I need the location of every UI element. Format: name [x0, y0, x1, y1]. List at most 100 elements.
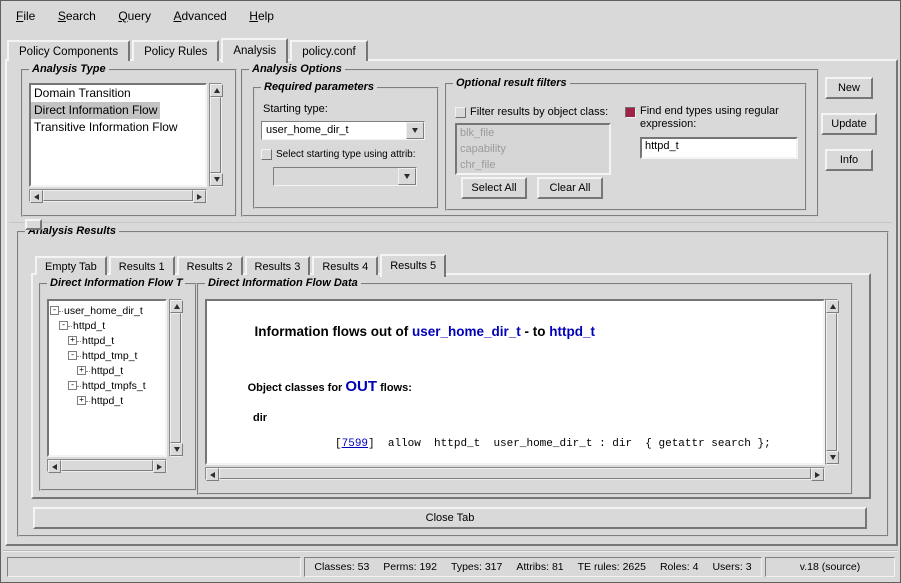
status-types: Types: 317 — [451, 561, 502, 573]
tree-node-label[interactable]: httpd_t — [86, 395, 123, 407]
close-tab-button[interactable]: Close Tab — [33, 507, 867, 529]
starting-type-value: user_home_dir_t — [262, 122, 406, 139]
pane-sash-handle[interactable] — [25, 219, 42, 230]
analysis-type-listbox: Domain Transition Direct Information Flo… — [29, 83, 207, 187]
app-window: File Search Query Advanced Help Policy C… — [0, 0, 901, 583]
scroll-thumb[interactable] — [61, 460, 153, 471]
scroll-down-icon[interactable] — [826, 451, 839, 464]
scroll-thumb[interactable] — [43, 190, 193, 201]
object-class-listbox-disabled: blk_file capability chr_file — [455, 123, 611, 175]
tree-expand-icon[interactable]: + — [77, 366, 86, 375]
tab-results-3[interactable]: Results 3 — [245, 256, 311, 275]
flow-data-textarea[interactable]: Information flows out of user_home_dir_t… — [205, 299, 825, 465]
required-parameters-group: Required parameters Starting type: user_… — [253, 87, 439, 209]
menu-help[interactable]: Help — [240, 4, 283, 29]
scroll-left-icon[interactable] — [48, 460, 61, 473]
object-class-name: dir — [253, 412, 813, 424]
tab-policy-components[interactable]: Policy Components — [7, 40, 130, 61]
filter-object-class-checkbox[interactable] — [455, 107, 466, 118]
flow-data-hscrollbar[interactable] — [205, 467, 825, 480]
status-users: Users: 3 — [712, 561, 751, 573]
object-class-item: blk_file — [457, 125, 497, 141]
tree-node-label[interactable]: user_home_dir_t — [59, 305, 143, 317]
flow-data-vscrollbar[interactable] — [825, 299, 838, 465]
tree-node-label[interactable]: httpd_tmp_t — [77, 350, 137, 362]
flow-heading-prefix: Information flows out of — [255, 324, 412, 339]
scroll-left-icon[interactable] — [206, 468, 219, 481]
status-version-label: v.18 (source) — [800, 561, 861, 573]
starting-type-combobox[interactable]: user_home_dir_t — [261, 121, 425, 140]
tree-expand-icon[interactable]: + — [77, 396, 86, 405]
scroll-left-icon[interactable] — [30, 190, 43, 203]
tree-node-label[interactable]: httpd_t — [77, 335, 114, 347]
tree-collapse-icon[interactable]: - — [59, 321, 68, 330]
list-item-domain-transition[interactable]: Domain Transition — [31, 85, 134, 102]
optional-result-filters-group: Optional result filters Filter results b… — [445, 83, 807, 211]
regex-input[interactable]: httpd_t — [640, 137, 798, 159]
tab-empty-tab[interactable]: Empty Tab — [35, 256, 107, 275]
tree-row: + httpd_t — [50, 393, 164, 408]
analysis-type-hscrollbar[interactable] — [29, 189, 207, 202]
status-version: v.18 (source) — [765, 557, 895, 577]
tree-node-label[interactable]: httpd_tmpfs_t — [77, 380, 146, 392]
rule-line: [7599] allow httpd_t user_home_dir_t : d… — [269, 426, 813, 462]
tree-collapse-icon[interactable]: - — [68, 351, 77, 360]
analysis-type-vscrollbar[interactable] — [209, 83, 222, 187]
menu-file[interactable]: File — [7, 4, 44, 29]
tree-expand-icon[interactable]: + — [68, 336, 77, 345]
required-parameters-title: Required parameters — [261, 81, 377, 93]
rule-text: allow httpd_t user_home_dir_t : dir { ge… — [375, 438, 771, 450]
scroll-thumb[interactable] — [210, 97, 221, 173]
tree-collapse-icon[interactable]: - — [68, 381, 77, 390]
list-item-direct-information-flow[interactable]: Direct Information Flow — [31, 102, 160, 119]
status-perms: Perms: 192 — [383, 561, 437, 573]
scroll-up-icon[interactable] — [210, 84, 223, 97]
select-all-button[interactable]: Select All — [461, 177, 527, 199]
tree-collapse-icon[interactable]: - — [50, 306, 59, 315]
scroll-thumb[interactable] — [219, 468, 811, 479]
regex-checkbox[interactable] — [625, 107, 636, 118]
attrib-checkbox[interactable] — [261, 149, 272, 160]
scroll-thumb[interactable] — [826, 313, 837, 451]
scroll-thumb[interactable] — [170, 313, 181, 443]
tab-results-5[interactable]: Results 5 — [380, 254, 446, 277]
tab-results-4[interactable]: Results 4 — [312, 256, 378, 275]
info-button[interactable]: Info — [825, 149, 873, 171]
tab-results-2[interactable]: Results 2 — [177, 256, 243, 275]
flow-classes-prefix: Object classes for — [248, 382, 346, 394]
menu-advanced[interactable]: Advanced — [164, 4, 235, 29]
list-item-transitive-information-flow[interactable]: Transitive Information Flow — [31, 119, 181, 136]
menu-search[interactable]: Search — [49, 4, 105, 29]
attrib-checkbox-label: Select starting type using attrib: — [276, 148, 432, 161]
new-button[interactable]: New — [825, 77, 873, 99]
scroll-up-icon[interactable] — [826, 300, 839, 313]
tab-analysis[interactable]: Analysis — [221, 38, 288, 63]
rule-bracket-open: [ — [335, 438, 342, 450]
menu-query[interactable]: Query — [109, 4, 160, 29]
object-class-item: capability — [457, 141, 509, 157]
flow-tree-hscrollbar[interactable] — [47, 459, 167, 472]
attrib-combobox-value — [274, 168, 398, 185]
status-roles: Roles: 4 — [660, 561, 699, 573]
scroll-right-icon[interactable] — [811, 468, 824, 481]
flow-classes-line: Object classes for OUT flows: — [217, 366, 813, 407]
rule-number-link[interactable]: 7599 — [342, 438, 368, 450]
tree-node-label[interactable]: httpd_t — [68, 320, 105, 332]
regex-input-value: httpd_t — [642, 139, 796, 153]
scroll-up-icon[interactable] — [170, 300, 183, 313]
chevron-down-icon[interactable] — [406, 122, 424, 139]
tree-node-label[interactable]: httpd_t — [86, 365, 123, 377]
clear-all-button[interactable]: Clear All — [537, 177, 603, 199]
tab-policy-conf[interactable]: policy.conf — [290, 40, 367, 61]
scroll-right-icon[interactable] — [153, 460, 166, 473]
scroll-down-icon[interactable] — [210, 173, 223, 186]
scroll-right-icon[interactable] — [193, 190, 206, 203]
rule-bracket-close: ] — [368, 438, 375, 450]
tab-results-1[interactable]: Results 1 — [109, 256, 175, 275]
tab-policy-rules[interactable]: Policy Rules — [132, 40, 219, 61]
update-button[interactable]: Update — [821, 113, 877, 135]
object-class-item: chr_file — [457, 157, 498, 173]
flow-classes-suffix: flows: — [377, 382, 412, 394]
scroll-down-icon[interactable] — [170, 443, 183, 456]
flow-tree-vscrollbar[interactable] — [169, 299, 182, 457]
